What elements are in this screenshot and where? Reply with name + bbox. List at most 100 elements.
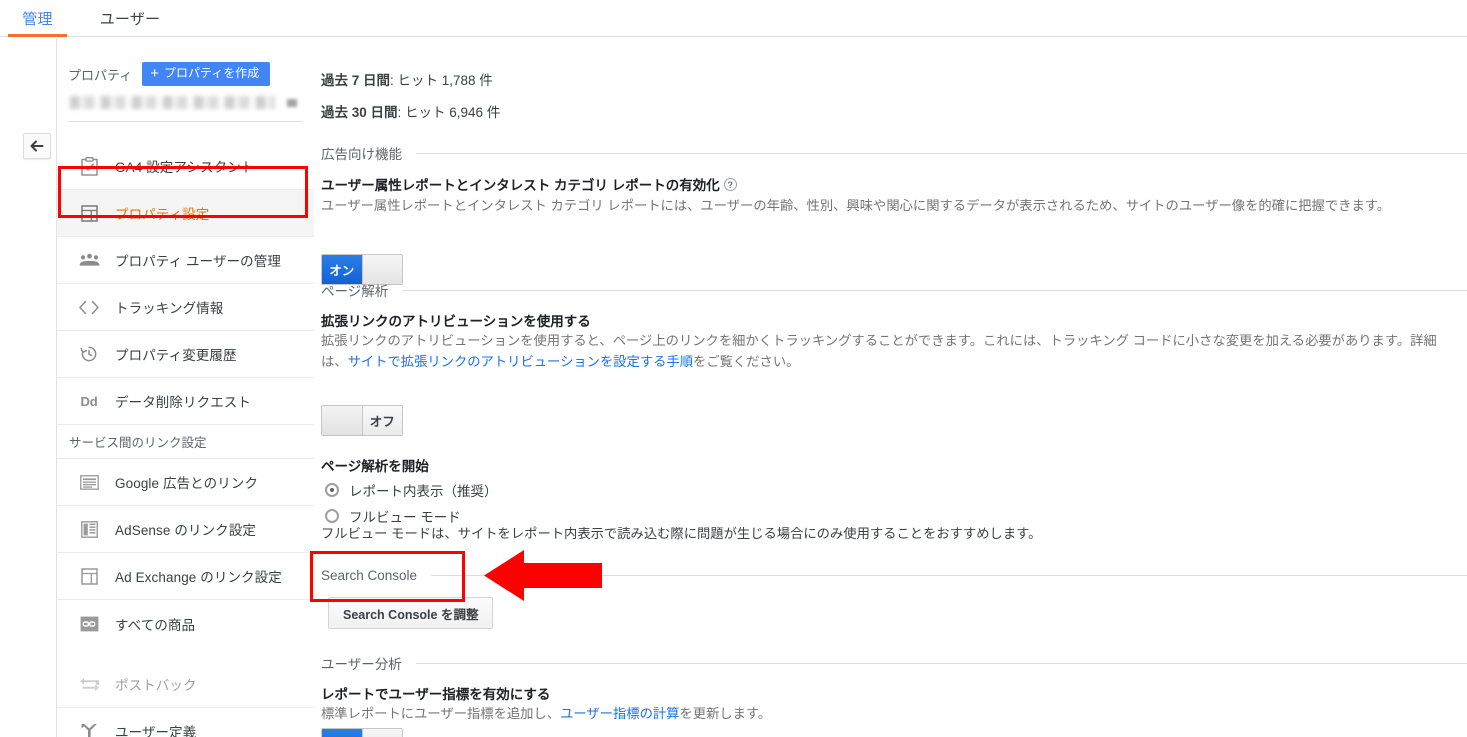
sidebar-item-label: ユーザー定義 bbox=[115, 725, 197, 737]
sidebar-item-label: プロパティ ユーザーの管理 bbox=[115, 254, 281, 269]
history-clock-icon bbox=[77, 342, 101, 366]
hits-7day-label: 過去 7 日間 bbox=[321, 73, 391, 88]
adjust-search-console-button[interactable]: Search Console を調整 bbox=[328, 597, 494, 629]
section-page-analytics: ページ解析 bbox=[321, 280, 1467, 300]
layout-panel-icon bbox=[77, 564, 101, 588]
sidebar-section-label: サービス間のリンク設定 bbox=[69, 436, 207, 450]
hits-7day-value: : ヒット 1,788 件 bbox=[390, 73, 493, 88]
user-metrics-toggle[interactable]: オン bbox=[321, 728, 403, 737]
hits-30day-row: 過去 30 日間: ヒット 6,946 件 bbox=[321, 101, 500, 121]
hits-7day-row: 過去 7 日間: ヒット 1,788 件 bbox=[321, 69, 493, 89]
main-content: 過去 7 日間: ヒット 1,788 件 過去 30 日間: ヒット 6,946… bbox=[319, 38, 1467, 737]
enhanced-link-title: 拡張リンクのアトリビューションを使用する bbox=[321, 314, 591, 329]
dd-text-icon: Dd bbox=[80, 393, 98, 409]
demographics-title-text: ユーザー属性レポートとインタレスト カテゴリ レポートの有効化 bbox=[321, 178, 720, 193]
sidebar-item-property-settings[interactable]: プロパティ設定 bbox=[57, 190, 314, 237]
sidebar-item-label: すべての商品 bbox=[115, 617, 196, 633]
code-brackets-icon bbox=[77, 295, 101, 319]
section-label: Search Console bbox=[321, 568, 418, 583]
sidebar-item-ga4-assistant[interactable]: GA4 設定アシスタント bbox=[57, 143, 314, 190]
section-divider bbox=[415, 662, 1467, 664]
toggle-on-half bbox=[322, 406, 362, 435]
sidebar-item-property-change-history[interactable]: プロパティ変更履歴 bbox=[57, 331, 314, 378]
tab-admin[interactable]: 管理 bbox=[0, 0, 75, 37]
radio-report-inline[interactable]: レポート内表示（推奨） bbox=[325, 480, 498, 500]
radio-button-unselected[interactable] bbox=[325, 509, 339, 523]
sidebar-item-postback[interactable]: ポストバック bbox=[57, 661, 314, 708]
tab-user[interactable]: ユーザー bbox=[75, 0, 185, 37]
chain-link-icon bbox=[77, 612, 101, 636]
tab-admin-label: 管理 bbox=[22, 11, 53, 28]
demographics-title: ユーザー属性レポートとインタレスト カテゴリ レポートの有効化? bbox=[321, 174, 737, 194]
back-arrow-icon bbox=[30, 140, 45, 153]
sidebar-gap bbox=[57, 647, 314, 661]
sidebar-item-label: トラッキング情報 bbox=[115, 301, 224, 316]
toggle-off-label: オフ bbox=[362, 406, 402, 435]
property-header: プロパティ + プロパティを作成 bbox=[68, 62, 271, 86]
demographics-description: ユーザー属性レポートとインタレスト カテゴリ レポートには、ユーザーの年齢、性別… bbox=[321, 198, 1391, 213]
help-icon[interactable]: ? bbox=[723, 178, 737, 191]
start-page-analytics-title: ページ解析を開始 bbox=[321, 459, 429, 474]
toggle-off-half bbox=[362, 729, 402, 737]
user-metrics-title: レポートでユーザー指標を有効にする bbox=[321, 687, 551, 702]
radio-label: レポート内表示（推奨） bbox=[349, 484, 498, 499]
back-arrow-button[interactable] bbox=[23, 133, 51, 159]
fullview-note: フルビュー モードは、サイトをレポート内表示で読み込む際に問題が生じる場合にのみ… bbox=[321, 526, 1042, 541]
section-user-analysis: ユーザー分析 bbox=[321, 653, 1467, 673]
sidebar-section-link-settings: サービス間のリンク設定 bbox=[57, 425, 314, 459]
postback-arrows-icon bbox=[77, 672, 101, 696]
sidebar-item-label: プロパティ設定 bbox=[115, 207, 210, 222]
user-metrics-calculation-link[interactable]: ユーザー指標の計算 bbox=[560, 706, 679, 721]
section-divider bbox=[416, 152, 1467, 154]
people-group-icon bbox=[77, 248, 101, 272]
create-property-button[interactable]: + プロパティを作成 bbox=[142, 62, 271, 86]
sidebar-item-all-products[interactable]: すべての商品 bbox=[57, 600, 314, 647]
user-metrics-description: 標準レポートにユーザー指標を追加し、ユーザー指標の計算を更新します。 bbox=[321, 703, 1461, 724]
plus-icon: + bbox=[150, 65, 159, 82]
section-divider bbox=[402, 289, 1467, 291]
section-label: 広告向け機能 bbox=[321, 147, 402, 162]
top-tab-bar: 管理 ユーザー bbox=[0, 0, 1467, 37]
sidebar-item-label: ポストバック bbox=[115, 678, 197, 693]
tab-list: 管理 ユーザー bbox=[0, 0, 1467, 37]
section-label: ページ解析 bbox=[321, 284, 389, 299]
sidebar-item-adsense-link[interactable]: AdSense のリンク設定 bbox=[57, 506, 314, 553]
ga-admin-screen: 管理 ユーザー プロパティ + プロパティを作成 GA4 設定アシスタント プロ… bbox=[0, 0, 1467, 737]
sidebar-item-label: プロパティ変更履歴 bbox=[115, 348, 237, 363]
sidebar-nav-list: GA4 設定アシスタント プロパティ設定 プロパティ ユーザーの管理 トラッキン… bbox=[57, 143, 314, 737]
adsense-columns-icon bbox=[77, 517, 101, 541]
sidebar-item-label: GA4 設定アシスタント bbox=[115, 160, 255, 175]
sidebar-item-label: データ削除リクエスト bbox=[115, 395, 251, 410]
adjust-search-console-label: Search Console を調整 bbox=[343, 607, 479, 622]
create-property-label: プロパティを作成 bbox=[164, 66, 260, 81]
property-label: プロパティ bbox=[68, 67, 133, 83]
section-ads-features: 広告向け機能 bbox=[321, 143, 1467, 163]
tab-user-label: ユーザー bbox=[99, 11, 161, 28]
layout-panel-icon bbox=[77, 201, 101, 225]
sidebar-item-ad-exchange-link[interactable]: Ad Exchange のリンク設定 bbox=[57, 553, 314, 600]
clipboard-check-icon bbox=[77, 154, 101, 178]
radio-button-selected[interactable] bbox=[325, 483, 339, 497]
sidebar-item-tracking-info[interactable]: トラッキング情報 bbox=[57, 284, 314, 331]
property-selector[interactable] bbox=[68, 90, 303, 122]
enhanced-link-toggle[interactable]: オフ bbox=[321, 405, 403, 436]
sidebar-item-label: Google 広告とのリンク bbox=[115, 476, 259, 491]
user-metrics-desc-part1: 標準レポートにユーザー指標を追加し、 bbox=[321, 706, 561, 721]
section-label: ユーザー分析 bbox=[321, 657, 402, 672]
sidebar-item-data-deletion-request[interactable]: Dd データ削除リクエスト bbox=[57, 378, 314, 425]
sidebar-item-user-defined[interactable]: ユーザー定義 bbox=[57, 708, 314, 737]
branch-fork-icon bbox=[77, 719, 101, 737]
sidebar-item-label: AdSense のリンク設定 bbox=[115, 523, 256, 538]
sidebar-item-property-user-management[interactable]: プロパティ ユーザーの管理 bbox=[57, 237, 314, 284]
sidebar: プロパティ + プロパティを作成 GA4 設定アシスタント プロパティ設定 プロ… bbox=[57, 38, 314, 737]
sidebar-item-google-ads-link[interactable]: Google 広告とのリンク bbox=[57, 459, 314, 506]
list-lines-icon bbox=[77, 470, 101, 494]
enhanced-link-setup-link[interactable]: サイトで拡張リンクのアトリビューションを設定する手順 bbox=[348, 354, 693, 369]
hits-30day-label: 過去 30 日間 bbox=[321, 105, 398, 120]
hits-30day-value: : ヒット 6,946 件 bbox=[397, 105, 501, 120]
sidebar-item-label: Ad Exchange のリンク設定 bbox=[115, 570, 282, 585]
enhanced-link-description: 拡張リンクのアトリビューションを使用すると、ページ上のリンクを細かくトラッキング… bbox=[321, 330, 1463, 372]
enhanced-link-desc-part2: をご覧ください。 bbox=[693, 354, 800, 369]
toggle-on-label: オン bbox=[322, 729, 362, 737]
chevron-down-icon bbox=[287, 99, 297, 107]
